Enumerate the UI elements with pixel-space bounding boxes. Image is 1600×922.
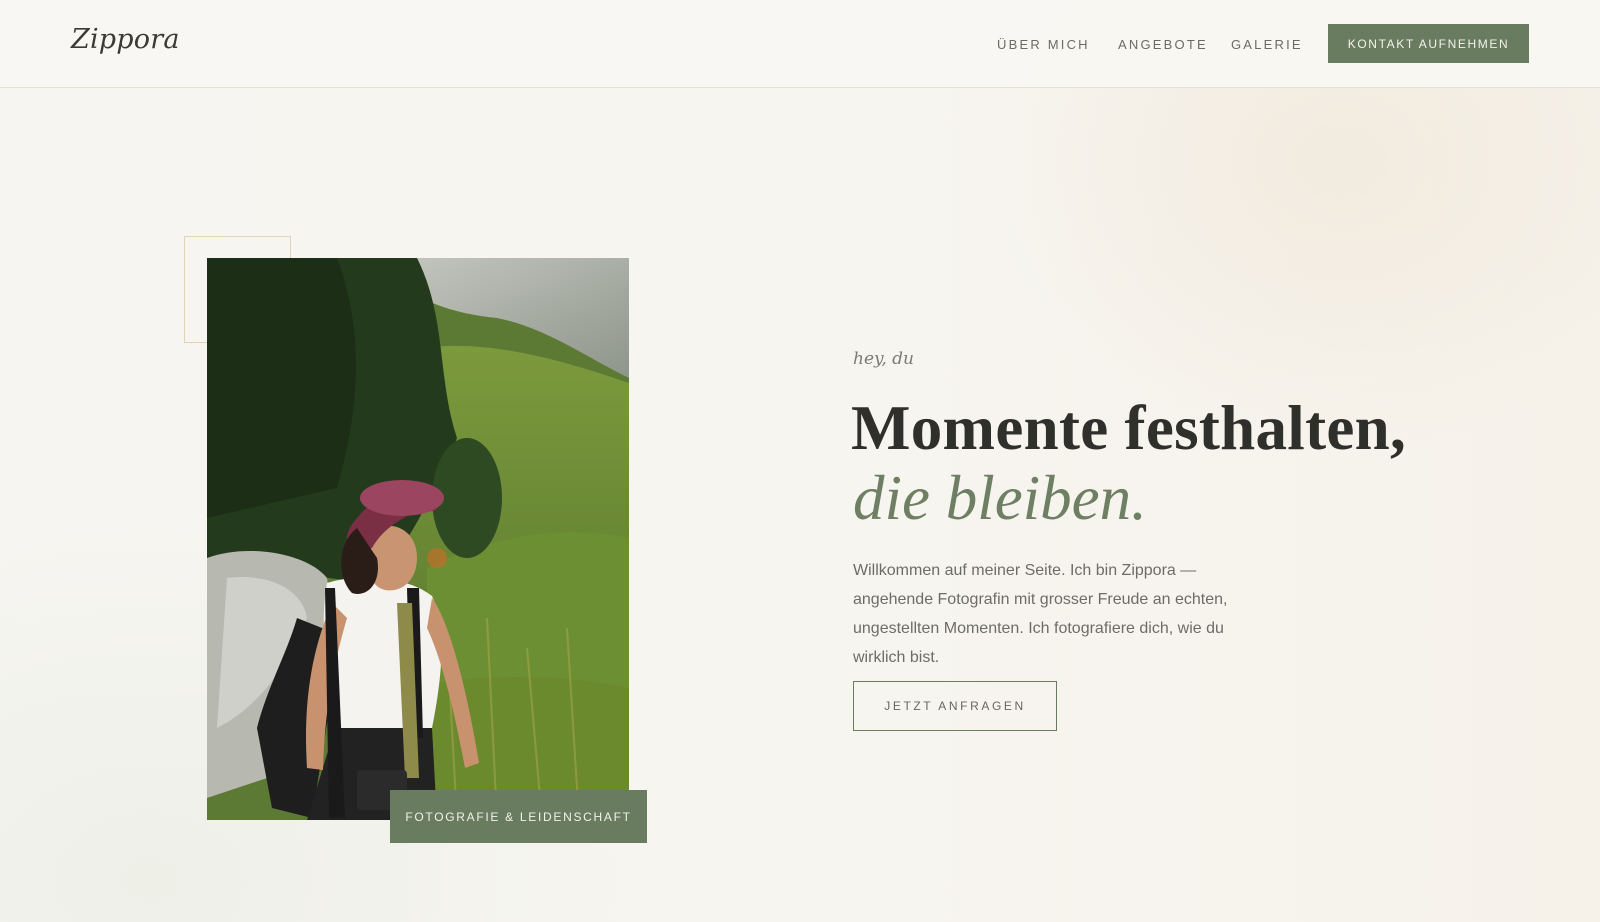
site-logo[interactable]: Zippora [71, 24, 180, 55]
hero-headline-accent: die bleiben. [853, 463, 1147, 533]
hero-photo-illustration [207, 258, 629, 820]
photo-badge: FOTOGRAFIE & LEIDENSCHAFT [390, 790, 647, 843]
request-button[interactable]: JETZT ANFRAGEN [853, 681, 1057, 731]
hero-headline: Momente festhalten, [851, 393, 1407, 463]
nav-link-offers[interactable]: ANGEBOTE [1118, 37, 1208, 52]
hero-intro-text: Willkommen auf meiner Seite. Ich bin Zip… [853, 562, 1228, 666]
hero-eyebrow: hey, du [853, 349, 914, 369]
site-header: Zippora ÜBER MICH ANGEBOTE GALERIE KONTA… [0, 0, 1600, 88]
contact-button[interactable]: KONTAKT AUFNEHMEN [1328, 24, 1529, 63]
hero-photo [207, 258, 629, 820]
nav-link-gallery[interactable]: GALERIE [1231, 37, 1303, 52]
nav-link-about[interactable]: ÜBER MICH [997, 37, 1090, 52]
